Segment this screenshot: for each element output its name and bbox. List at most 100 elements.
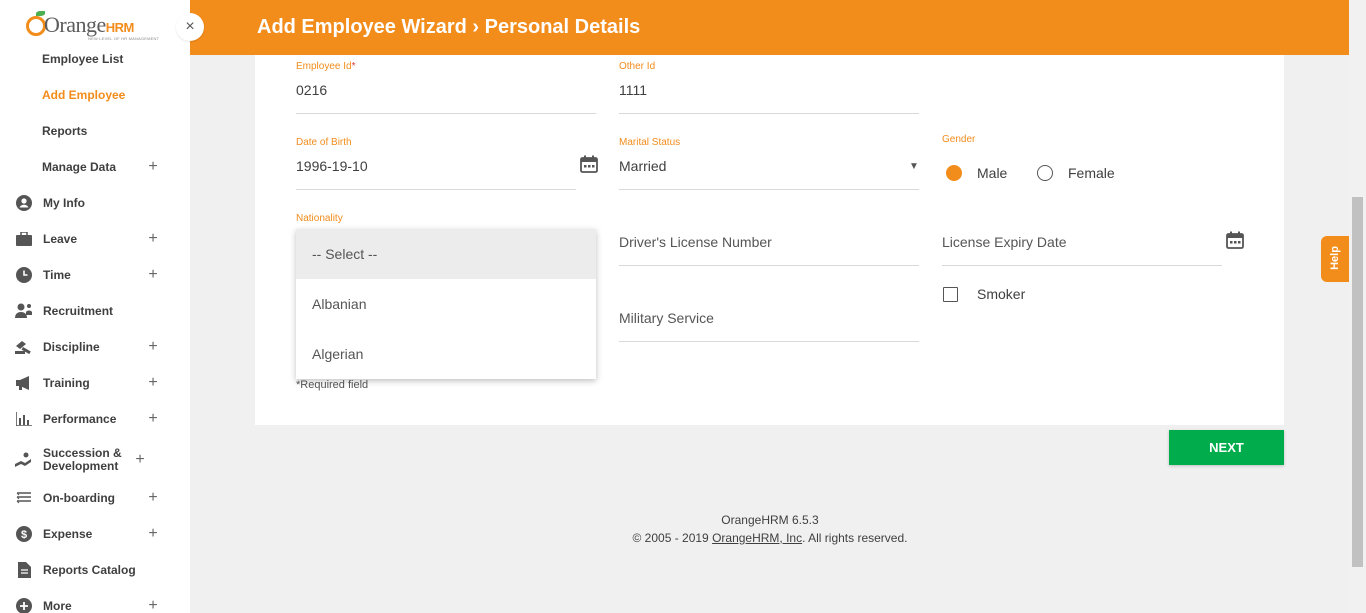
sidebar-item-add-employee[interactable]: Add Employee xyxy=(0,80,190,110)
megaphone-icon xyxy=(15,374,33,392)
help-label[interactable]: Help xyxy=(1329,245,1341,271)
expand-icon[interactable]: + xyxy=(146,489,160,507)
sidebar-item-recruitment[interactable]: Recruitment xyxy=(0,296,190,326)
calendar-icon[interactable] xyxy=(1226,231,1244,254)
scrollbar-thumb[interactable] xyxy=(1352,197,1363,567)
footer-copyright: © 2005 - 2019 OrangeHRM, Inc. All rights… xyxy=(632,531,908,545)
page-title: Add Employee Wizard › Personal Details xyxy=(257,16,641,38)
date-of-birth-underline xyxy=(296,189,576,190)
date-of-birth-label: Date of Birth xyxy=(296,137,352,148)
nationality-dropdown[interactable]: -- Select -- Albanian Algerian xyxy=(296,229,596,379)
user-icon xyxy=(15,194,33,212)
gender-female-radio[interactable] xyxy=(1037,165,1053,181)
logo-o-mark xyxy=(26,16,46,36)
close-sidebar-button[interactable]: × xyxy=(176,13,204,41)
sidebar-item-succession-development[interactable]: Succession & Development + xyxy=(0,440,190,480)
page-header: Add Employee Wizard › Personal Details xyxy=(190,0,1366,55)
sidebar-item-training[interactable]: Training + xyxy=(0,368,190,398)
expand-icon[interactable]: + xyxy=(146,230,160,248)
gender-female-label[interactable]: Female xyxy=(1068,165,1115,181)
sidebar-item-label: My Info xyxy=(43,196,85,210)
sidebar-item-label: Expense xyxy=(43,527,93,541)
sidebar-item-label: Reports Catalog xyxy=(43,563,136,577)
sidebar-item-label: Succession & Development xyxy=(43,446,122,473)
sidebar: OrangeHRM NEW LEVEL OF HR MANAGEMENT Emp… xyxy=(0,0,190,613)
expand-icon[interactable]: + xyxy=(146,525,160,543)
marital-status-select[interactable]: Married xyxy=(619,158,666,174)
nationality-label: Nationality xyxy=(296,213,343,224)
logo-text: OrangeHRM xyxy=(44,12,134,37)
sidebar-item-reports-catalog[interactable]: Reports Catalog xyxy=(0,555,190,585)
other-id-label: Other Id xyxy=(619,61,656,72)
clock-icon xyxy=(15,266,33,284)
document-icon xyxy=(15,561,33,579)
bar-chart-icon xyxy=(15,410,33,428)
sidebar-item-performance[interactable]: Performance + xyxy=(0,404,190,434)
sidebar-item-leave[interactable]: Leave + xyxy=(0,224,190,254)
gender-male-radio[interactable] xyxy=(946,165,962,181)
date-of-birth-input[interactable]: 1996-19-10 xyxy=(296,158,368,174)
expand-icon[interactable]: + xyxy=(146,374,160,392)
other-id-underline xyxy=(619,113,919,114)
sidebar-item-label: More xyxy=(43,599,72,613)
sidebar-item-label: Add Employee xyxy=(42,88,126,102)
sidebar-item-label: Employee List xyxy=(42,52,124,66)
briefcase-icon xyxy=(15,230,33,248)
smoker-label[interactable]: Smoker xyxy=(977,286,1025,302)
sidebar-item-label: Discipline xyxy=(43,340,100,354)
sidebar-item-time[interactable]: Time + xyxy=(0,260,190,290)
sidebar-item-label: Manage Data xyxy=(42,160,117,174)
dollar-icon: $ xyxy=(15,525,33,543)
marital-status-underline xyxy=(619,189,919,190)
sidebar-item-manage-data[interactable]: Manage Data + xyxy=(0,152,190,182)
expand-icon[interactable]: + xyxy=(146,338,160,356)
sidebar-item-label: On-boarding xyxy=(43,491,115,505)
sidebar-item-reports[interactable]: Reports xyxy=(0,116,190,146)
military-service-underline xyxy=(619,341,919,342)
gender-label: Gender xyxy=(942,134,976,145)
expand-icon[interactable]: + xyxy=(146,266,160,284)
expand-icon[interactable]: + xyxy=(133,451,147,469)
marital-status-label: Marital Status xyxy=(619,137,681,148)
orangehrm-link[interactable]: OrangeHRM, Inc xyxy=(712,531,802,545)
nationality-option[interactable]: Algerian xyxy=(296,329,596,379)
sidebar-item-label: Leave xyxy=(43,232,78,246)
sidebar-item-label: Time xyxy=(43,268,71,282)
nationality-option[interactable]: -- Select -- xyxy=(296,229,596,279)
license-expiry-input[interactable]: License Expiry Date xyxy=(942,234,1067,250)
sidebar-item-more[interactable]: More + xyxy=(0,591,190,613)
employee-id-label: Employee Id* xyxy=(296,61,356,72)
employee-id-underline xyxy=(296,113,596,114)
drivers-license-underline xyxy=(619,265,919,266)
smoker-checkbox[interactable] xyxy=(943,287,958,302)
sidebar-item-label: Recruitment xyxy=(43,304,114,318)
expand-icon[interactable]: + xyxy=(146,597,160,613)
nationality-option[interactable]: Albanian xyxy=(296,279,596,329)
svg-text:$: $ xyxy=(21,529,27,541)
discipline-icon xyxy=(15,338,33,356)
required-field-note: *Required field xyxy=(296,379,369,391)
orangehrm-logo[interactable]: OrangeHRM NEW LEVEL OF HR MANAGEMENT xyxy=(24,11,174,48)
sidebar-item-employee-list[interactable]: Employee List xyxy=(0,44,190,74)
sidebar-item-my-info[interactable]: My Info xyxy=(0,188,190,218)
employee-id-input[interactable]: 0216 xyxy=(296,82,327,98)
expand-icon[interactable]: + xyxy=(146,410,160,428)
other-id-input[interactable]: 1111 xyxy=(619,82,647,98)
onboarding-icon xyxy=(15,489,33,507)
chevron-down-icon[interactable]: ▼ xyxy=(909,161,919,172)
sidebar-item-on-boarding[interactable]: On-boarding + xyxy=(0,483,190,513)
sidebar-item-label: Training xyxy=(43,376,90,390)
calendar-icon[interactable] xyxy=(580,155,598,178)
next-button[interactable]: NEXT xyxy=(1169,430,1284,465)
gender-male-label[interactable]: Male xyxy=(977,165,1007,181)
footer-version: OrangeHRM 6.5.3 xyxy=(721,513,819,527)
sidebar-item-expense[interactable]: $ Expense + xyxy=(0,519,190,549)
sidebar-item-label: Reports xyxy=(42,124,88,138)
license-expiry-underline xyxy=(942,265,1222,266)
succession-icon xyxy=(15,451,33,469)
drivers-license-input[interactable]: Driver's License Number xyxy=(619,234,772,250)
sidebar-item-discipline[interactable]: Discipline + xyxy=(0,332,190,362)
military-service-input[interactable]: Military Service xyxy=(619,310,714,326)
expand-icon[interactable]: + xyxy=(146,158,160,176)
recruitment-icon xyxy=(15,302,33,320)
